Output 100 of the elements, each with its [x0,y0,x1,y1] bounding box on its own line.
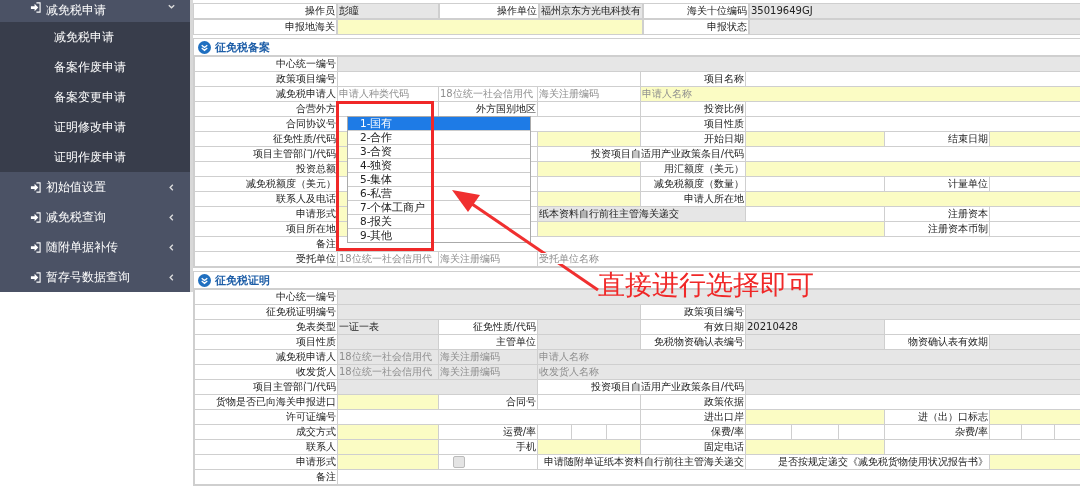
dropdown-option[interactable]: 6-私营 [348,187,530,201]
dropdown-option[interactable]: 7-个体工商户 [348,201,530,215]
input-field[interactable] [746,305,1080,319]
field-label: 免税物资确认表编号 [641,335,745,349]
input-field[interactable] [746,440,884,454]
dropdown-option[interactable]: 5-集体 [348,173,530,187]
submenu-item[interactable]: 证明作废申请 [0,142,190,172]
sign-in-icon [30,271,41,283]
input-field[interactable] [338,20,642,34]
input-field[interactable] [746,425,792,439]
input-field[interactable] [746,192,1080,206]
input-field[interactable] [746,117,1080,131]
input-field[interactable] [750,20,1080,34]
collapse-icon[interactable] [198,40,211,54]
field-label: 操作员 [194,4,336,18]
submenu-item[interactable]: 减免税申请 [0,22,190,52]
input-field[interactable]: 18位统一社会信用代 [338,252,438,266]
input-field[interactable] [746,147,1080,161]
dropdown-option[interactable]: 3-合资 [348,145,530,159]
input-field[interactable] [338,57,1080,71]
input-field[interactable] [746,395,1080,409]
input-field[interactable] [746,132,884,146]
input-field[interactable] [538,192,640,206]
input-field[interactable] [538,102,640,116]
input-field[interactable] [838,425,884,439]
input-field[interactable] [990,222,1080,236]
input-field[interactable] [746,72,1080,86]
input-field[interactable] [990,207,1080,221]
input-field[interactable] [746,207,884,221]
dropdown-option[interactable]: 2-合作 [348,131,530,145]
input-field[interactable]: 一证一表 [338,320,438,334]
input-field[interactable] [792,425,838,439]
input-field[interactable] [538,425,572,439]
submenu-item[interactable]: 证明修改申请 [0,112,190,142]
dropdown-option[interactable]: 8-报关 [348,215,530,229]
input-field[interactable] [990,410,1080,424]
input-field[interactable]: 申请人种类代码 [338,87,438,101]
input-field[interactable] [746,335,884,349]
input-field[interactable] [990,425,1022,439]
input-field[interactable] [338,455,438,469]
input-field[interactable] [538,320,640,334]
dropdown-option[interactable]: 4-独资 [348,159,530,173]
input-field[interactable] [572,425,606,439]
input-field[interactable] [338,72,640,86]
sidebar-item[interactable]: 减免税查询 [0,202,190,232]
sidebar-item[interactable]: 初始值设置 [0,172,190,202]
submenu-item[interactable]: 备案变更申请 [0,82,190,112]
input-field[interactable]: 纸本资料自行前往主管海关递交 [538,207,745,221]
input-field[interactable] [338,395,438,409]
collapse-icon[interactable] [198,273,211,287]
input-field[interactable] [990,177,1080,191]
input-field[interactable] [338,470,1080,484]
input-field[interactable] [538,335,640,349]
input-field[interactable] [538,177,640,191]
input-field[interactable]: 受托单位名称 [538,252,1080,266]
input-field[interactable]: 福州京东方光电科技有 [540,4,642,18]
sidebar-item[interactable]: 暂存号数据查询 [0,262,190,292]
input-field[interactable] [338,335,438,349]
input-field[interactable] [338,380,537,394]
checkbox[interactable] [453,456,465,468]
input-field[interactable] [338,440,438,454]
input-field[interactable]: 彭瞳 [338,4,438,18]
input-field[interactable] [538,222,884,236]
input-field[interactable] [538,395,640,409]
input-field[interactable]: 海关注册编码 [439,252,537,266]
field-label: 投资项目自适用产业政策条目/代码 [538,147,745,161]
dropdown-option[interactable]: 1-国有 [348,117,530,131]
input-field[interactable] [338,425,438,439]
input-field[interactable] [990,132,1080,146]
input-field[interactable] [538,162,640,176]
submenu-item[interactable]: 备案作废申请 [0,52,190,82]
field-label: 减免税额度（数量） [641,177,745,191]
input-field[interactable]: 海关注册编码 [538,87,640,101]
input-field[interactable] [746,177,884,191]
sidebar-item[interactable]: 减免税申请 [0,0,190,22]
field-label: 收发货人 [195,365,337,379]
input-field[interactable] [885,440,1080,454]
input-field[interactable] [990,455,1080,469]
input-field[interactable] [990,335,1080,349]
input-field[interactable] [746,102,1080,116]
field-label: 项目性质 [641,117,745,131]
input-field[interactable] [338,305,640,319]
input-field[interactable] [538,132,640,146]
field-label: 海关十位编码 [644,4,748,18]
field-label: 项目主管部门/代码 [195,147,337,161]
input-field[interactable] [1022,425,1054,439]
input-field[interactable] [885,320,1080,334]
input-field[interactable] [746,162,1080,176]
input-field[interactable] [746,410,884,424]
field-label: 许可证编号 [195,410,337,424]
input-field[interactable]: 35019649GJ [750,4,1080,18]
input-field[interactable] [538,440,640,454]
input-field[interactable]: 20210428 [746,320,884,334]
input-field[interactable] [746,380,1080,394]
input-field[interactable] [338,410,640,424]
sidebar-item[interactable]: 随附单据补传 [0,232,190,262]
dropdown-option[interactable]: 9-其他 [348,229,530,242]
input-field[interactable] [1054,425,1080,439]
input-field[interactable] [606,425,640,439]
input-field[interactable]: 18位统一社会信用代 [439,87,537,101]
